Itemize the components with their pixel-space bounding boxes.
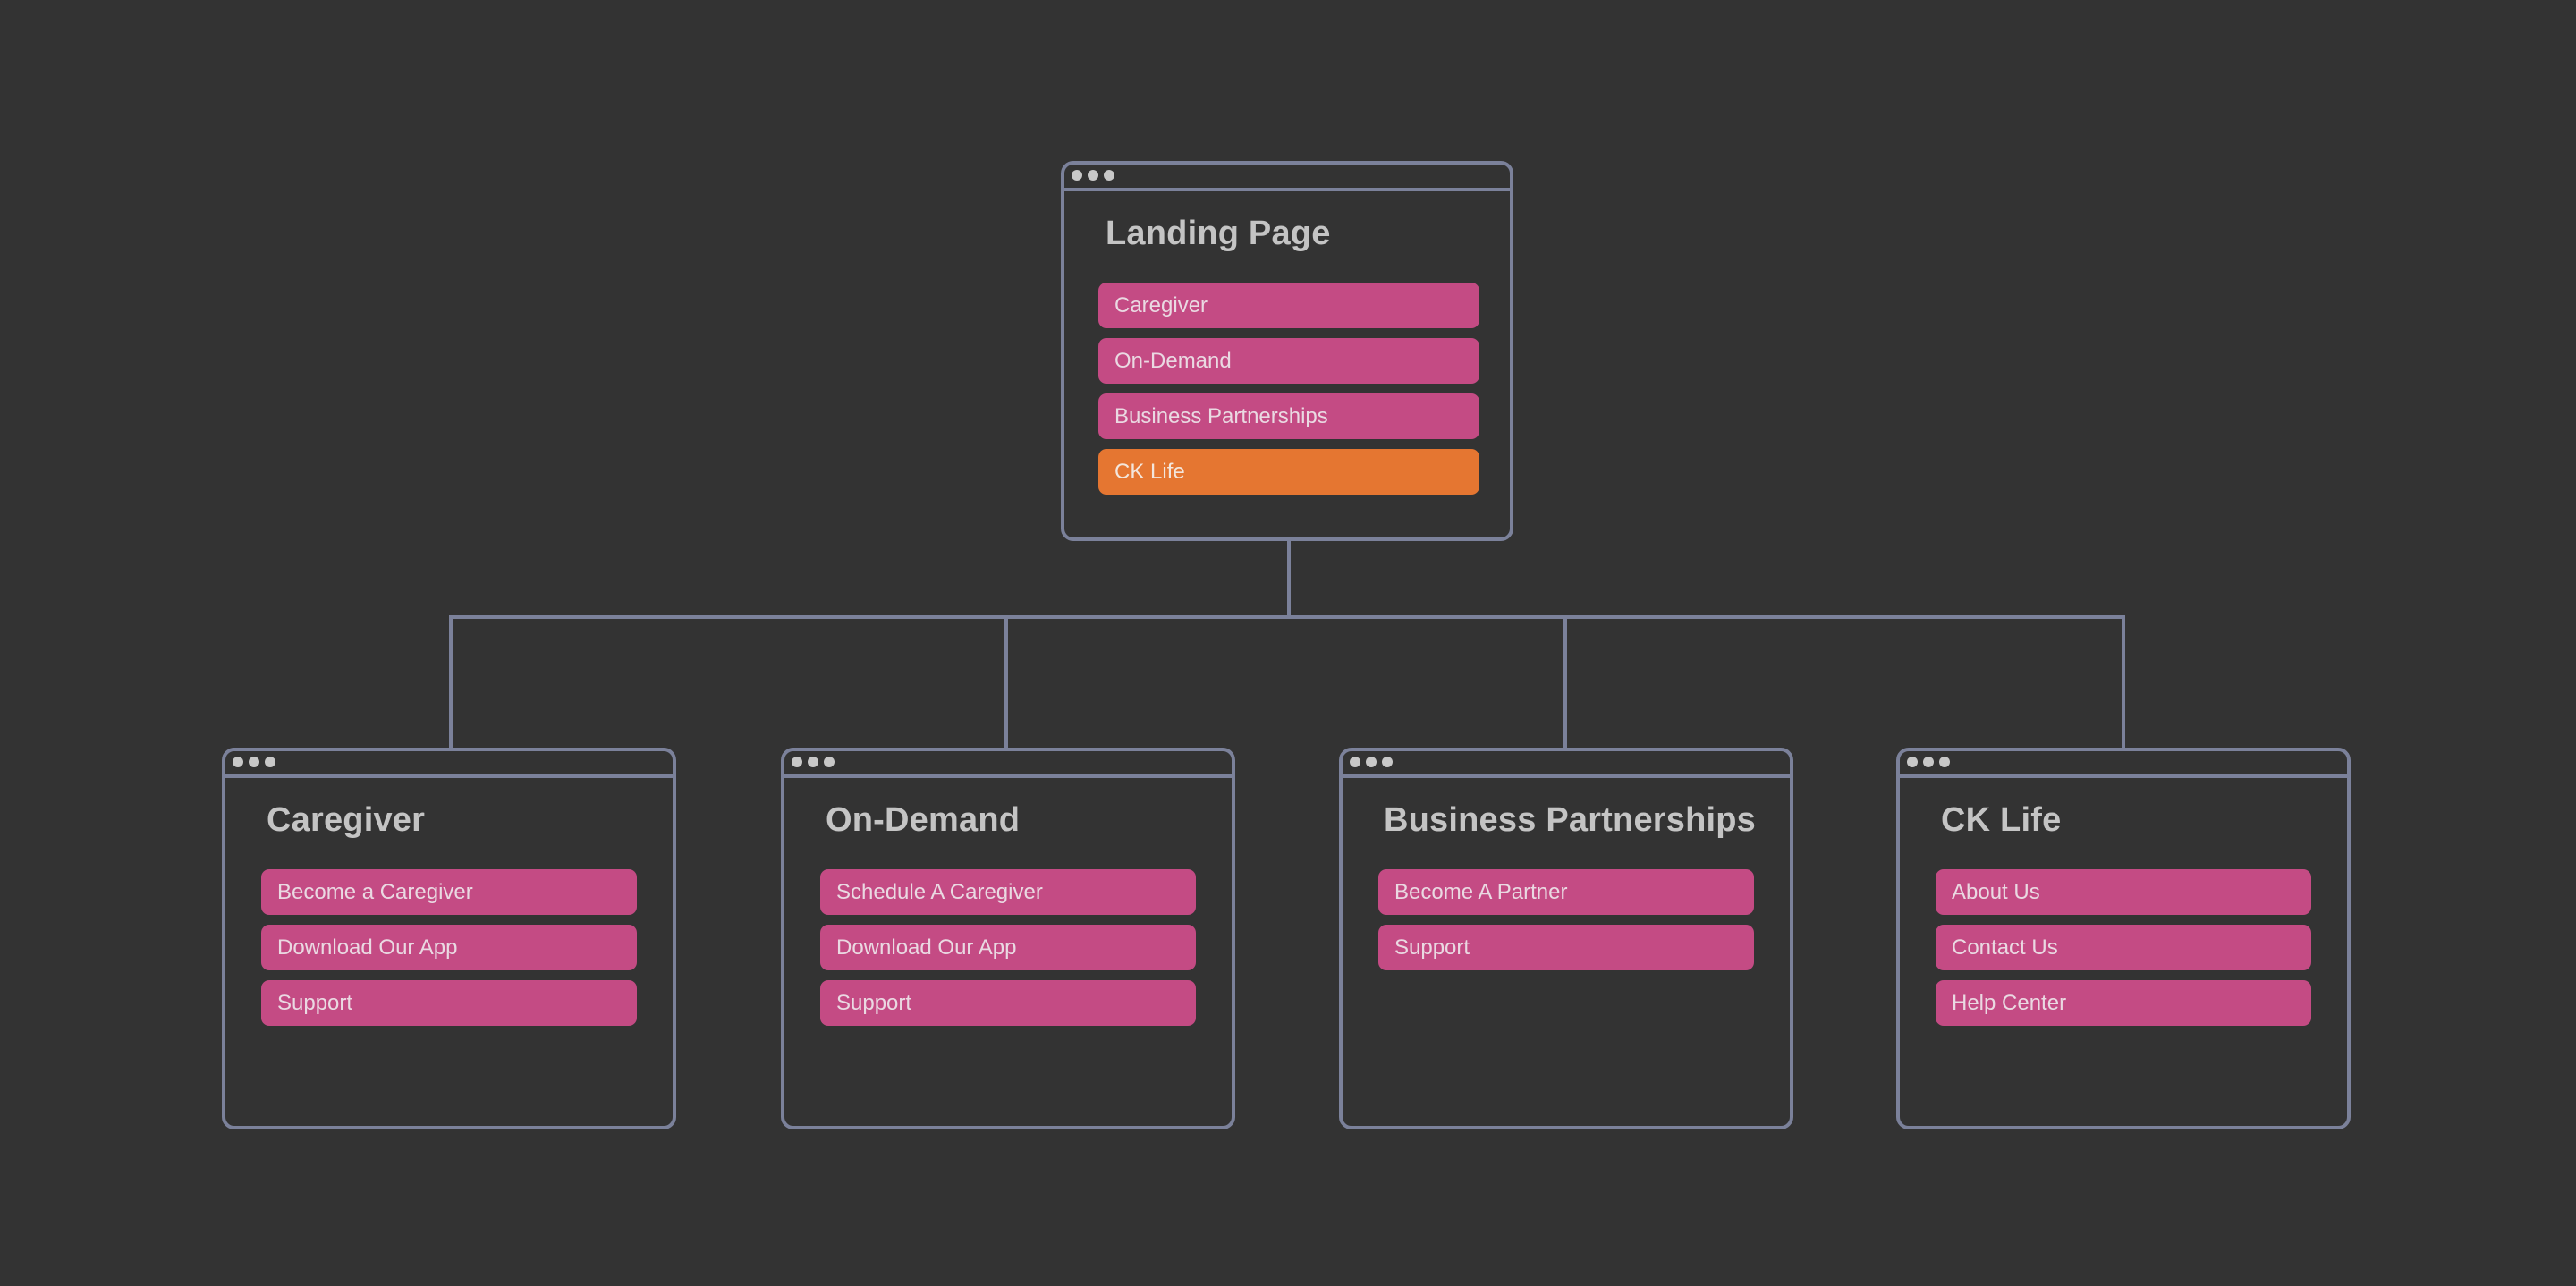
nav-button-support[interactable]: Support — [1378, 925, 1754, 970]
nav-button-on-demand[interactable]: On-Demand — [1098, 338, 1479, 384]
window-titlebar — [1900, 751, 2347, 778]
window-titlebar — [784, 751, 1232, 778]
page-title: CK Life — [1941, 801, 2062, 839]
window-dot-icon — [808, 757, 818, 767]
landing-page-window: Landing Page Caregiver On-Demand Busines… — [1061, 161, 1513, 541]
nav-button-schedule-a-caregiver[interactable]: Schedule A Caregiver — [820, 869, 1196, 915]
window-controls — [233, 757, 275, 767]
nav-button-contact-us[interactable]: Contact Us — [1936, 925, 2311, 970]
window-controls — [1072, 170, 1114, 181]
window-dot-icon — [1382, 757, 1393, 767]
window-dot-icon — [1907, 757, 1918, 767]
window-controls — [1907, 757, 1950, 767]
window-titlebar — [225, 751, 673, 778]
page-title: Caregiver — [267, 801, 426, 839]
window-dot-icon — [249, 757, 259, 767]
nav-button-support[interactable]: Support — [820, 980, 1196, 1026]
window-controls — [1350, 757, 1393, 767]
window-dot-icon — [1939, 757, 1950, 767]
page-title: On-Demand — [826, 801, 1021, 839]
ck-life-page-window: CK Life About Us Contact Us Help Center — [1896, 748, 2351, 1129]
window-dot-icon — [233, 757, 243, 767]
nav-button-download-our-app[interactable]: Download Our App — [261, 925, 637, 970]
nav-button-business-partnerships[interactable]: Business Partnerships — [1098, 393, 1479, 439]
business-partnerships-page-window: Business Partnerships Become A Partner S… — [1339, 748, 1793, 1129]
window-titlebar — [1343, 751, 1790, 778]
nav-button-download-our-app[interactable]: Download Our App — [820, 925, 1196, 970]
window-dot-icon — [265, 757, 275, 767]
window-dot-icon — [1072, 170, 1082, 181]
nav-button-ck-life[interactable]: CK Life — [1098, 449, 1479, 495]
on-demand-page-window: On-Demand Schedule A Caregiver Download … — [781, 748, 1235, 1129]
caregiver-page-window: Caregiver Become a Caregiver Download Ou… — [222, 748, 676, 1129]
nav-button-help-center[interactable]: Help Center — [1936, 980, 2311, 1026]
nav-button-support[interactable]: Support — [261, 980, 637, 1026]
page-title: Business Partnerships — [1384, 801, 1757, 839]
window-dot-icon — [1088, 170, 1098, 181]
nav-button-become-a-caregiver[interactable]: Become a Caregiver — [261, 869, 637, 915]
nav-button-about-us[interactable]: About Us — [1936, 869, 2311, 915]
window-dot-icon — [824, 757, 835, 767]
window-dot-icon — [1104, 170, 1114, 181]
window-dot-icon — [1350, 757, 1360, 767]
window-controls — [792, 757, 835, 767]
nav-button-become-a-partner[interactable]: Become A Partner — [1378, 869, 1754, 915]
window-dot-icon — [1366, 757, 1377, 767]
window-titlebar — [1064, 165, 1510, 191]
window-dot-icon — [1923, 757, 1934, 767]
nav-button-caregiver[interactable]: Caregiver — [1098, 283, 1479, 328]
window-dot-icon — [792, 757, 802, 767]
page-title: Landing Page — [1106, 215, 1331, 252]
